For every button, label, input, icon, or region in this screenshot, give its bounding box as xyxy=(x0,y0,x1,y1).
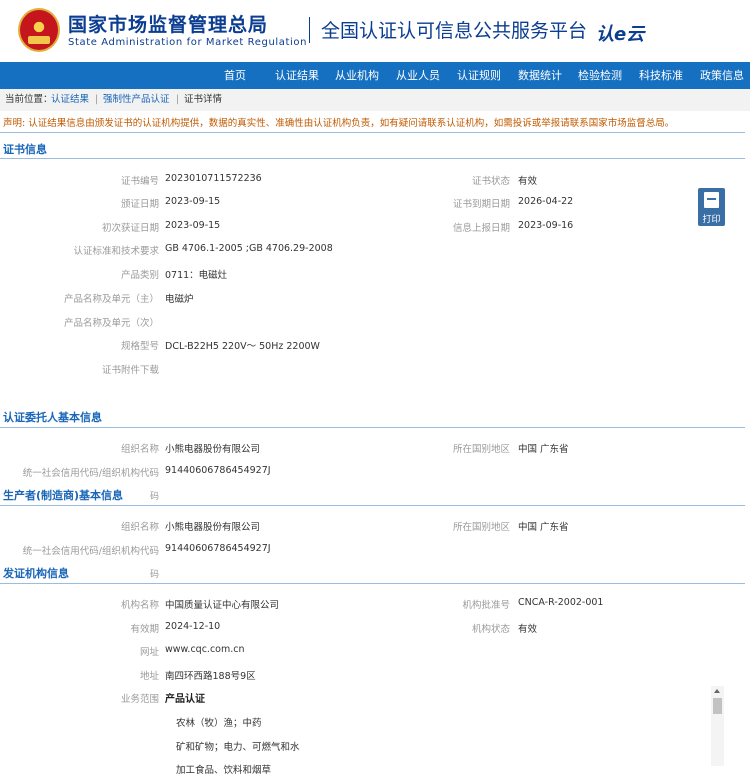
value-maker-region: 中国 广东省 xyxy=(518,522,569,533)
header-divider xyxy=(309,17,310,43)
breadcrumb-sep: | xyxy=(95,94,99,105)
value-client-region: 中国 广东省 xyxy=(518,444,569,455)
scope-item: 农林（牧）渔；中药 xyxy=(176,718,262,729)
label-issue-date: 颁证日期 xyxy=(120,199,159,210)
scope-heading: 产品认证 xyxy=(165,694,205,705)
renzheng-cloud-logo: 认e云 xyxy=(596,24,645,45)
section-title-cert: 证书信息 xyxy=(3,143,47,156)
breadcrumb-sep: | xyxy=(176,94,180,105)
label-approval-no: 机构批准号 xyxy=(462,600,510,611)
value-issue-date: 2023-09-15 xyxy=(165,196,221,207)
value-product-category: 0711：电磁灶 xyxy=(165,270,228,281)
label-standards: 认证标准和技术要求 xyxy=(73,246,159,257)
label-cert-no: 证书编号 xyxy=(120,176,159,187)
disclaimer-notice: 声明: 认证结果信息由颁发证书的认证机构提供，数据的真实性、准确性由认证机构负责… xyxy=(3,118,675,129)
value-cert-no: 2023010711572236 xyxy=(165,173,262,184)
nav-cert-results[interactable]: 认证结果 xyxy=(275,62,319,89)
label-client-code: 统一社会信用代码/组织机构代码 xyxy=(22,468,159,479)
value-model: DCL-B22H5 220V～ 50Hz 2200W xyxy=(165,341,320,352)
label-product-category: 产品类别 xyxy=(120,270,159,281)
value-website[interactable]: www.cqc.com.cn xyxy=(165,644,245,655)
nav-standards[interactable]: 科技标准 xyxy=(639,62,683,89)
value-validity: 2024-12-10 xyxy=(165,621,221,632)
nav-home[interactable]: 首页 xyxy=(224,62,246,89)
section-title-maker: 生产者(制造商)基本信息 xyxy=(3,489,124,502)
print-button[interactable]: 打印 xyxy=(698,188,725,226)
label-cert-status: 证书状态 xyxy=(471,176,510,187)
scope-item: 矿和矿物；电力、可燃气和水 xyxy=(176,742,300,753)
breadcrumb: 当前位置： 认证结果 | 强制性产品认证 | 证书详情 xyxy=(0,89,750,111)
label-address: 地址 xyxy=(139,671,159,682)
nav-agencies[interactable]: 从业机构 xyxy=(335,62,379,89)
scroll-up-icon[interactable] xyxy=(714,689,720,693)
breadcrumb-prefix: 当前位置： xyxy=(5,94,53,105)
value-first-date: 2023-09-15 xyxy=(165,220,221,231)
value-address: 南四环西路188号9区 xyxy=(165,671,256,682)
label-first-date: 初次获证日期 xyxy=(101,223,159,234)
value-client-name: 小熊电器股份有限公司 xyxy=(165,444,261,455)
value-agency-status: 有效 xyxy=(518,624,538,635)
value-expiry-date: 2026-04-22 xyxy=(518,196,574,207)
label-model: 规格型号 xyxy=(120,341,159,352)
label-validity: 有效期 xyxy=(130,624,159,635)
breadcrumb-current: 证书详情 xyxy=(184,94,223,105)
value-cert-status: 有效 xyxy=(518,176,538,187)
label-expiry-date: 证书到期日期 xyxy=(452,199,510,210)
breadcrumb-ccc[interactable]: 强制性产品认证 xyxy=(103,89,170,111)
label-report-date: 信息上报日期 xyxy=(452,223,510,234)
label-website: 网址 xyxy=(139,647,159,658)
label-product-main: 产品名称及单元（主） xyxy=(63,294,159,305)
section-title-client: 认证委托人基本信息 xyxy=(3,411,102,424)
label-attachment-download: 证书附件下载 xyxy=(101,365,159,376)
label-maker-name: 组织名称 xyxy=(120,522,159,533)
value-report-date: 2023-09-16 xyxy=(518,220,574,231)
org-name-cn: 国家市场监督管理总局 xyxy=(68,14,269,36)
scroll-thumb[interactable] xyxy=(713,698,722,714)
value-client-code: 91440606786454927J xyxy=(165,465,271,476)
section-divider xyxy=(0,427,745,428)
nav-statistics[interactable]: 数据统计 xyxy=(518,62,562,89)
value-product-main: 电磁炉 xyxy=(165,294,194,305)
label-business-scope: 业务范围 xyxy=(120,694,159,705)
value-maker-code: 91440606786454927J xyxy=(165,543,271,554)
section-divider xyxy=(0,505,745,506)
value-approval-no: CNCA-R-2002-001 xyxy=(518,597,604,608)
org-name-en: State Administration for Market Regulati… xyxy=(68,37,308,48)
label-client-name: 组织名称 xyxy=(120,444,159,455)
value-standards: GB 4706.1-2005 ;GB 4706.29-2008 xyxy=(165,243,333,254)
printer-icon xyxy=(704,192,719,208)
nav-rules[interactable]: 认证规则 xyxy=(457,62,501,89)
divider xyxy=(0,132,745,133)
value-maker-name: 小熊电器股份有限公司 xyxy=(165,522,261,533)
breadcrumb-cert-results[interactable]: 认证结果 xyxy=(51,89,89,111)
print-label: 打印 xyxy=(702,215,721,225)
main-nav: 首页 认证结果 从业机构 从业人员 认证规则 数据统计 检验检测 科技标准 政策… xyxy=(0,62,750,89)
site-header: 国家市场监督管理总局 State Administration for Mark… xyxy=(0,0,750,62)
national-emblem-logo xyxy=(18,8,60,52)
nav-inspection[interactable]: 检验检测 xyxy=(578,62,622,89)
label-maker-region: 所在国别地区 xyxy=(452,522,510,533)
label-product-sub: 产品名称及单元（次） xyxy=(63,318,159,329)
value-agency-name: 中国质量认证中心有限公司 xyxy=(165,600,280,611)
scope-scrollbar[interactable] xyxy=(711,686,724,766)
label-maker-code: 统一社会信用代码/组织机构代码 xyxy=(22,546,159,557)
overflow-text: 码 xyxy=(150,492,160,502)
label-agency-status: 机构状态 xyxy=(471,624,510,635)
label-client-region: 所在国别地区 xyxy=(452,444,510,455)
section-divider xyxy=(0,583,745,584)
platform-title: 全国认证认可信息公共服务平台 xyxy=(321,20,588,42)
scope-item: 加工食品、饮料和烟草 xyxy=(176,765,272,776)
nav-personnel[interactable]: 从业人员 xyxy=(396,62,440,89)
section-title-issuer: 发证机构信息 xyxy=(3,567,69,580)
nav-policy[interactable]: 政策信息 xyxy=(700,62,744,89)
section-divider xyxy=(0,158,745,159)
overflow-text: 码 xyxy=(150,570,160,580)
label-agency-name: 机构名称 xyxy=(120,600,159,611)
